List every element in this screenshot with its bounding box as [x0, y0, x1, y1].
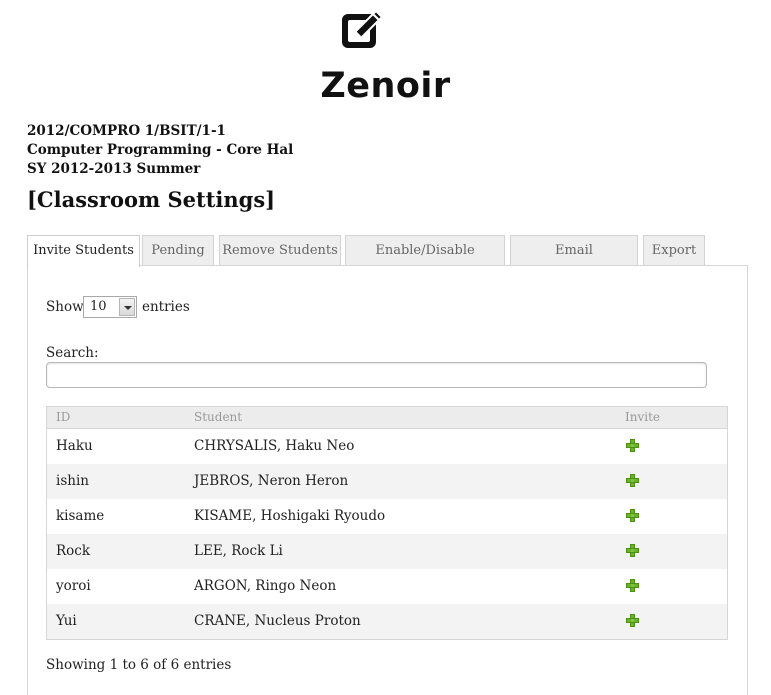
tab-export[interactable]: Export	[643, 235, 705, 265]
student-name: JEBROS, Neron Heron	[194, 473, 349, 489]
class-info: 2012/COMPRO 1/BSIT/1-1 Computer Programm…	[27, 122, 293, 179]
table-row: Yui CRANE, Nucleus Proton	[47, 604, 727, 639]
tab-pending[interactable]: Pending	[142, 235, 214, 265]
table-row: Rock LEE, Rock Li	[47, 534, 727, 569]
tab-remove-students[interactable]: Remove Students	[219, 235, 341, 265]
page-title: [Classroom Settings]	[27, 187, 276, 212]
search-input[interactable]	[46, 362, 707, 388]
student-id: yoroi	[56, 578, 91, 594]
invite-plus-icon[interactable]	[626, 579, 639, 592]
entries-per-page-select[interactable]: 10	[83, 296, 137, 318]
student-id: ishin	[56, 473, 89, 489]
edit-pencil-icon	[340, 8, 386, 54]
column-header-student[interactable]: Student	[194, 410, 242, 424]
invite-plus-icon[interactable]	[626, 474, 639, 487]
students-table: ID Student Invite Haku CHRYSALIS, Haku N…	[46, 406, 728, 640]
invite-plus-icon[interactable]	[626, 614, 639, 627]
tab-enable-disable-modules[interactable]: Enable/Disable Modules	[345, 235, 505, 288]
column-header-invite[interactable]: Invite	[625, 410, 660, 424]
table-row: ishin JEBROS, Neron Heron	[47, 464, 727, 499]
show-label: Show	[46, 299, 84, 315]
student-name: KISAME, Hoshigaki Ryoudo	[194, 508, 386, 524]
student-name: CRANE, Nucleus Proton	[194, 613, 361, 629]
invite-plus-icon[interactable]	[626, 439, 639, 452]
student-name: CHRYSALIS, Haku Neo	[194, 438, 355, 454]
class-code: 2012/COMPRO 1/BSIT/1-1	[27, 123, 226, 139]
table-row: Haku CHRYSALIS, Haku Neo	[47, 429, 727, 464]
column-header-id[interactable]: ID	[56, 410, 70, 424]
course-name: Computer Programming - Core Hal	[27, 142, 294, 158]
student-id: Haku	[56, 438, 93, 454]
entries-label: entries	[142, 299, 190, 315]
school-term: SY 2012-2013 Summer	[27, 161, 201, 177]
table-header: ID Student Invite	[47, 407, 727, 429]
student-name: LEE, Rock Li	[194, 543, 283, 559]
app-logo-text: Zenoir	[320, 66, 451, 106]
chevron-down-icon[interactable]	[119, 298, 135, 316]
student-name: ARGON, Ringo Neon	[194, 578, 337, 594]
table-row: kisame KISAME, Hoshigaki Ryoudo	[47, 499, 727, 534]
table-row: yoroi ARGON, Ringo Neon	[47, 569, 727, 604]
entries-value: 10	[90, 299, 107, 314]
tab-invite-students[interactable]: Invite Students	[27, 235, 140, 267]
invite-plus-icon[interactable]	[626, 544, 639, 557]
student-id: Yui	[56, 613, 77, 629]
tab-email-notifications[interactable]: Email Notifications	[510, 235, 638, 288]
student-id: kisame	[56, 508, 105, 524]
student-id: Rock	[56, 543, 91, 559]
invite-plus-icon[interactable]	[626, 509, 639, 522]
search-label: Search:	[46, 345, 99, 361]
table-info: Showing 1 to 6 of 6 entries	[46, 657, 232, 673]
